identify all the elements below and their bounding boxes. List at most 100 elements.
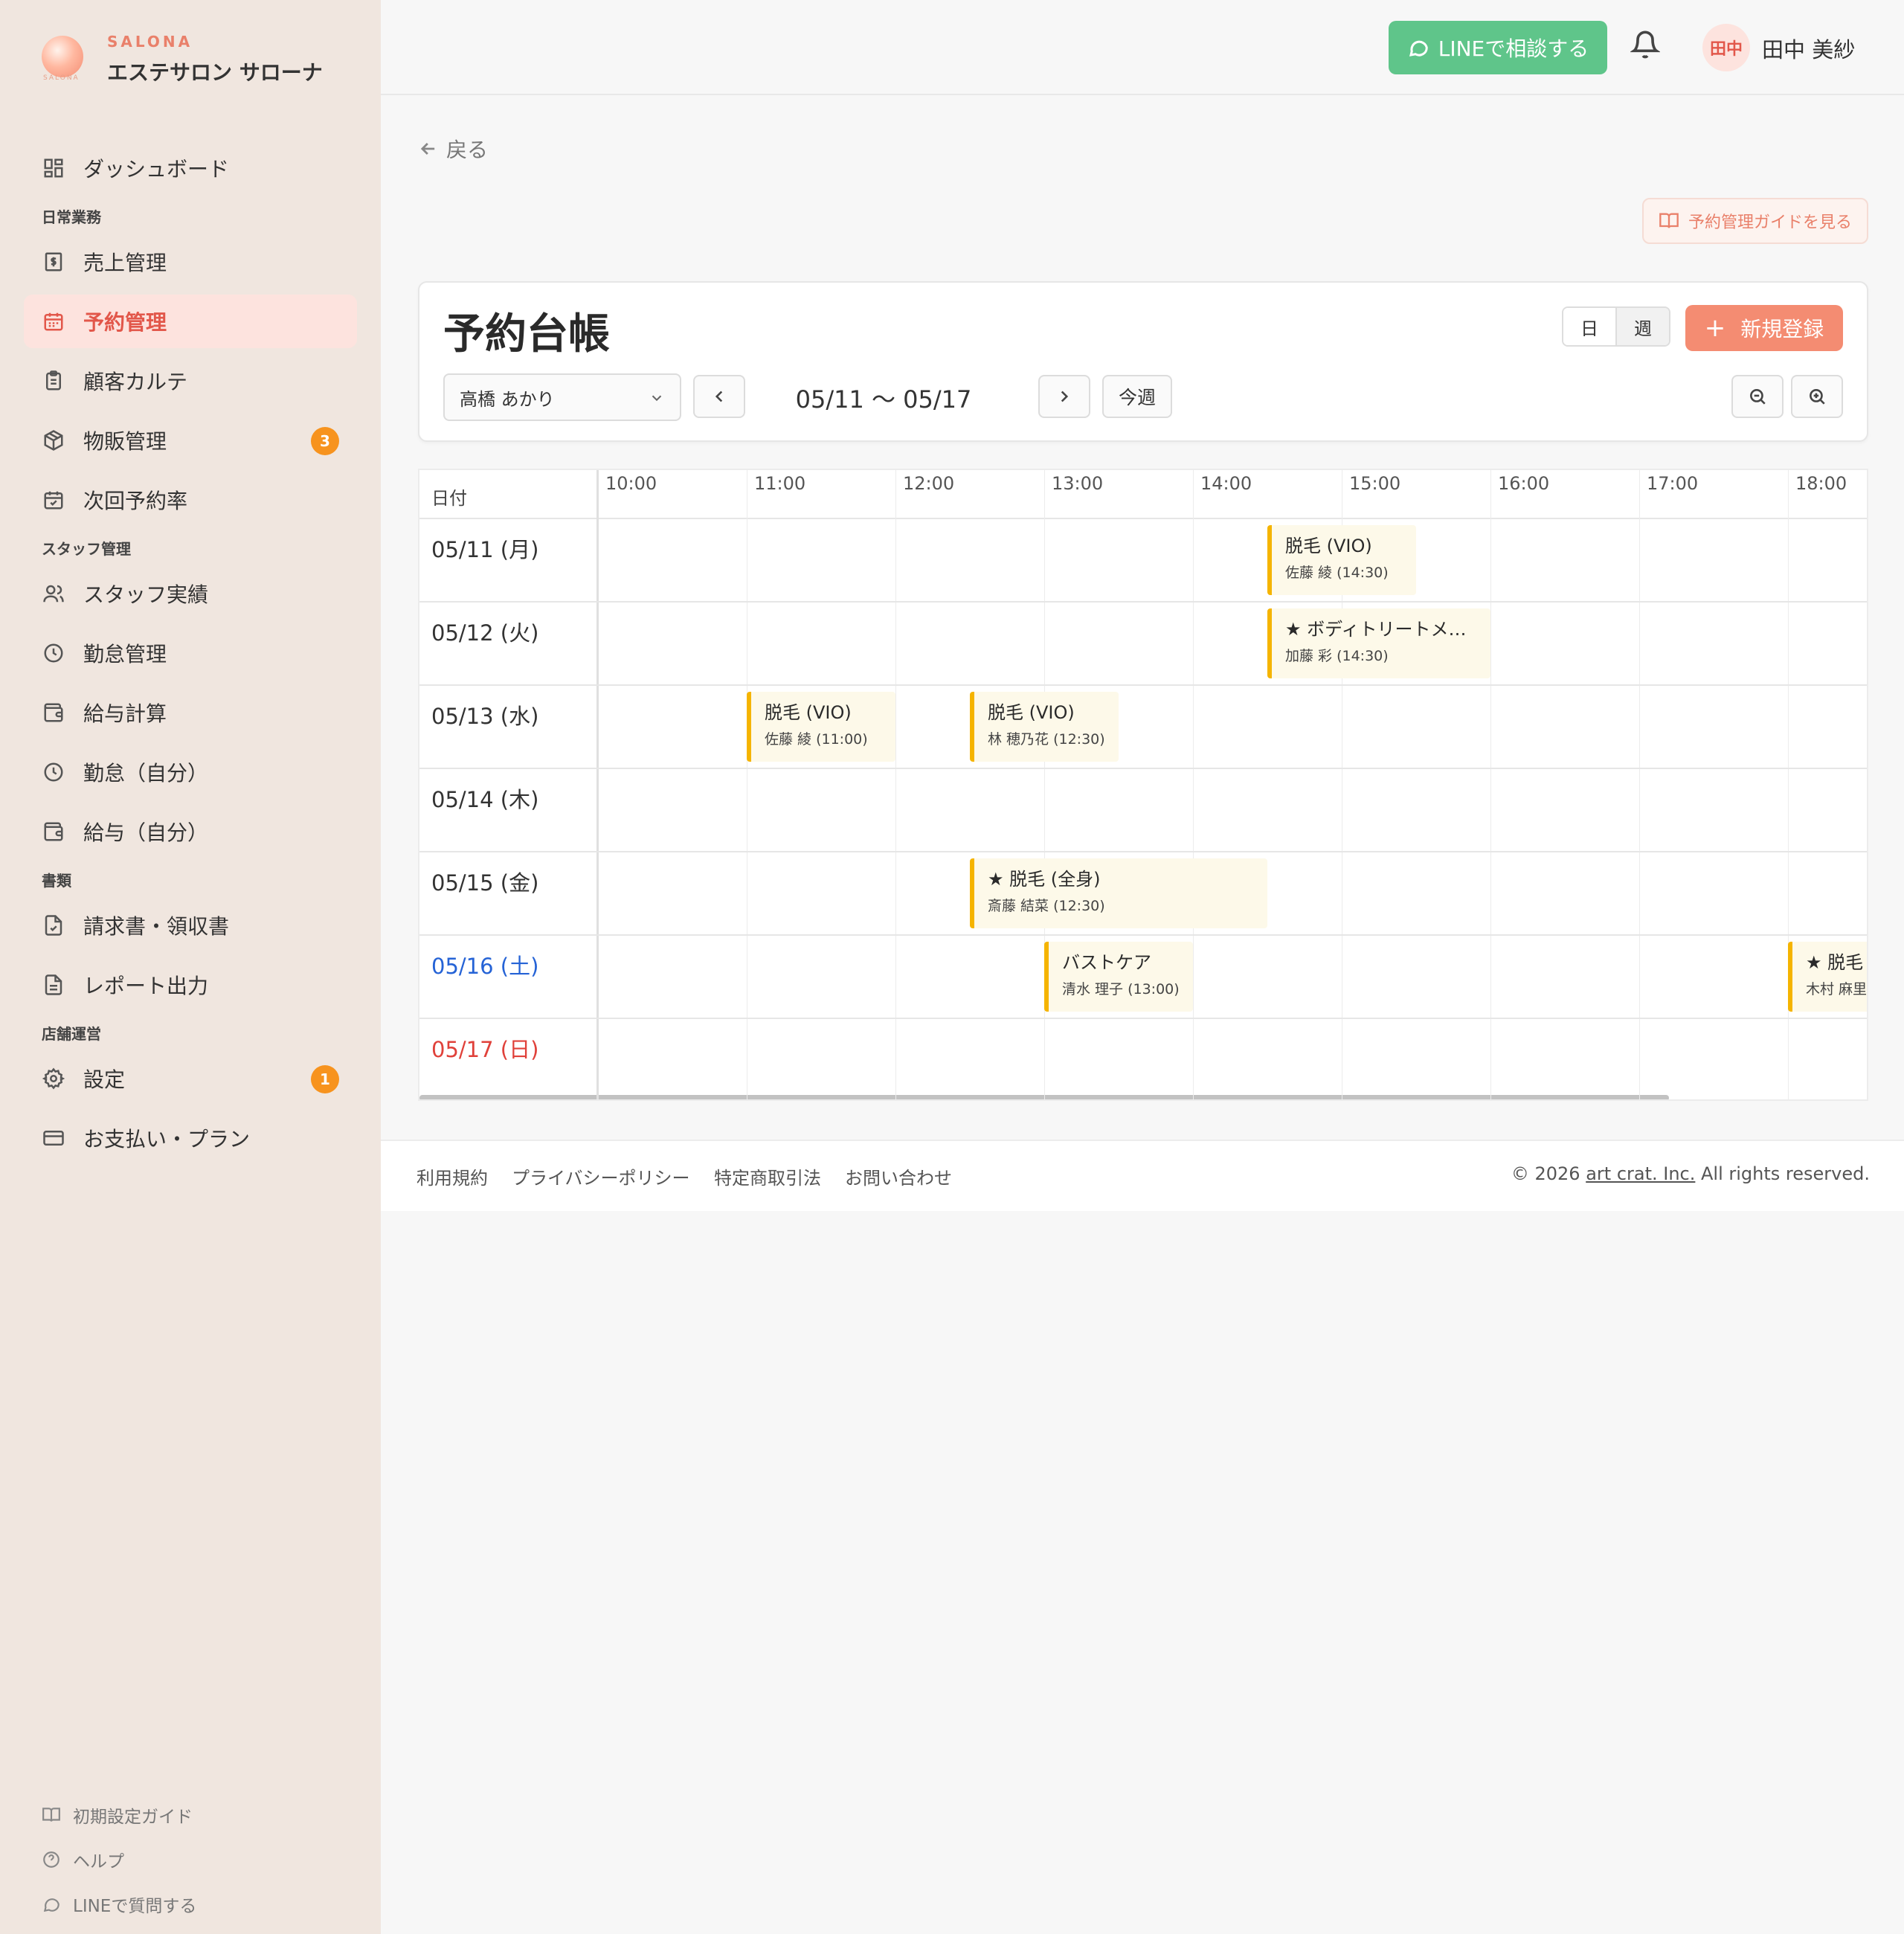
sidebar-item-customers[interactable]: 顧客カルテ <box>24 354 357 408</box>
appointment-customer: 木村 麻里 <box>1806 981 1868 997</box>
line-question-label: LINEで質問する <box>73 1897 197 1916</box>
footer-commerce-link[interactable]: 特定商取引法 <box>714 1163 821 1189</box>
sidebar-item-label: 売上管理 <box>83 251 167 275</box>
notification-bell-icon[interactable] <box>1629 30 1663 62</box>
chevron-left-icon <box>715 391 723 402</box>
view-day-button[interactable]: 日 <box>1563 308 1615 345</box>
receipt-dollar-icon <box>42 250 65 274</box>
setup-guide-label: 初期設定ガイド <box>73 1808 193 1827</box>
credit-card-icon <box>42 1126 65 1150</box>
zoom-out-button[interactable] <box>1731 375 1784 418</box>
sidebar-item-payroll-self[interactable]: 給与（自分） <box>24 805 357 858</box>
sidebar-item-reports[interactable]: レポート出力 <box>24 958 357 1012</box>
sidebar-item-retail[interactable]: 物販管理 3 <box>24 414 357 467</box>
setup-guide-link[interactable]: 初期設定ガイド <box>42 1793 196 1837</box>
time-header: 11:00 <box>754 473 806 494</box>
prev-week-button[interactable] <box>693 375 745 418</box>
appointment-customer: 林 穂乃花 (12:30) <box>988 731 1105 748</box>
time-header: 12:00 <box>903 473 955 494</box>
next-week-button[interactable] <box>1038 375 1090 418</box>
sidebar-item-label: ダッシュボード <box>83 157 230 181</box>
help-link[interactable]: ヘルプ <box>42 1837 196 1882</box>
avatar[interactable]: 田中 <box>1702 24 1750 71</box>
sidebar-item-reservations[interactable]: 予約管理 <box>24 295 357 348</box>
brand-logo: SALONA <box>42 36 83 82</box>
help-label: ヘルプ <box>73 1852 124 1872</box>
top-header: LINEで相談する 田中 田中 美紗 <box>381 0 1904 95</box>
sidebar-item-next-rate[interactable]: 次回予約率 <box>24 473 357 527</box>
sidebar-item-payroll[interactable]: 給与計算 <box>24 686 357 739</box>
appointment-customer: 佐藤 綾 (14:30) <box>1285 565 1389 581</box>
day-row[interactable]: 05/13 (水) <box>419 686 1867 769</box>
back-label: 戻る <box>446 138 489 162</box>
clock-icon <box>42 760 65 784</box>
page-title: 予約台帳 <box>443 310 610 359</box>
view-week-button[interactable]: 週 <box>1615 308 1669 345</box>
guide-label: 予約管理ガイドを見る <box>1688 213 1852 232</box>
appointment-customer: 佐藤 綾 (11:00) <box>765 731 868 748</box>
appointment-block[interactable]: ★ 脱毛 木村 麻里 <box>1788 942 1868 1012</box>
day-row[interactable]: 05/14 (木) <box>419 769 1867 852</box>
day-label: 05/16 (土) <box>431 954 539 979</box>
day-row[interactable]: 05/17 (日) <box>419 1019 1867 1099</box>
nav-section-docs: 書類 <box>42 872 71 890</box>
day-row[interactable]: 05/12 (火) <box>419 603 1867 686</box>
this-week-button[interactable]: 今週 <box>1102 375 1172 418</box>
book-open-icon <box>1659 213 1679 228</box>
package-icon <box>42 428 65 452</box>
sidebar-item-label: 設定 <box>83 1067 126 1092</box>
appointment-block[interactable]: 脱毛 (VIO) 佐藤 綾 (11:00) <box>747 692 895 762</box>
copyright: © 2026 art crat. Inc. All rights reserve… <box>1511 1163 1870 1184</box>
sidebar-item-label: 給与（自分） <box>83 820 209 845</box>
sidebar-item-sales[interactable]: 売上管理 <box>24 235 357 289</box>
sidebar-item-attendance-self[interactable]: 勤怠（自分） <box>24 745 357 799</box>
nav-section-store: 店舗運営 <box>42 1025 101 1043</box>
appointment-block[interactable]: バストケア清水 理子 (13:00) <box>1044 942 1193 1012</box>
appointment-block[interactable]: ★ ボディトリートメ… 加藤 彩 (14:30) <box>1267 608 1490 678</box>
book-open-icon <box>42 1808 60 1822</box>
sidebar-item-invoices[interactable]: 請求書・領収書 <box>24 899 357 952</box>
chevron-right-icon <box>1061 391 1069 402</box>
day-row[interactable]: 05/11 (月) <box>419 519 1867 603</box>
company-link[interactable]: art crat. Inc. <box>1586 1163 1695 1184</box>
zoom-in-button[interactable] <box>1791 375 1843 418</box>
footer-contact-link[interactable]: お問い合わせ <box>845 1163 952 1189</box>
staff-select[interactable]: 高橋 あかり <box>443 373 681 421</box>
calendar-icon <box>42 309 65 333</box>
reservation-grid: 日付 10:00 11:00 12:00 13:00 14:00 15:00 16:00 17… <box>418 469 1868 1101</box>
sidebar-item-billing[interactable]: お支払い・プラン <box>24 1111 357 1165</box>
footer-terms-link[interactable]: 利用規約 <box>416 1163 488 1189</box>
plus-icon: + <box>1704 313 1726 343</box>
sidebar: SALONA SALONA エステサロン サローナ ダッシュボード 日常業務 売… <box>0 0 381 1934</box>
brand-logo-text: SALONA <box>43 74 80 82</box>
appointment-title: バストケア <box>1062 952 1151 973</box>
sidebar-nav: ダッシュボード 日常業務 売上管理 予約管理 顧客カルテ 物販管理 3 次回予約… <box>24 141 357 1171</box>
footer-privacy-link[interactable]: プライバシーポリシー <box>512 1163 690 1189</box>
sidebar-item-staff-performance[interactable]: スタッフ実績 <box>24 567 357 620</box>
reservation-guide-button[interactable]: 予約管理ガイドを見る <box>1642 198 1868 244</box>
time-header: 16:00 <box>1498 473 1550 494</box>
line-question-link[interactable]: LINEで質問する <box>42 1882 196 1927</box>
user-name[interactable]: 田中 美紗 <box>1762 33 1855 64</box>
sidebar-item-label: 給与計算 <box>83 701 167 726</box>
view-toggle: 日 週 <box>1562 306 1670 347</box>
day-label: 05/12 (火) <box>431 620 539 646</box>
brand-kicker: SALONA <box>107 33 193 51</box>
appointment-block[interactable]: 脱毛 (VIO) 林 穂乃花 (12:30) <box>970 692 1119 762</box>
brand[interactable]: SALONA SALONA エステサロン サローナ <box>42 33 323 86</box>
appointment-customer: 清水 理子 (13:00) <box>1062 981 1180 997</box>
sidebar-item-settings[interactable]: 設定 1 <box>24 1052 357 1105</box>
appointment-block[interactable]: ★ 脱毛 (全身) 斎藤 結菜 (12:30) <box>970 858 1267 928</box>
appointment-block[interactable]: 脱毛 (VIO) 佐藤 綾 (14:30) <box>1267 525 1416 595</box>
sidebar-item-dashboard[interactable]: ダッシュボード <box>24 141 357 195</box>
line-consult-label: LINEで相談する <box>1438 36 1589 61</box>
date-column-header: 日付 <box>431 488 467 509</box>
sidebar-item-label: 勤怠管理 <box>83 642 167 666</box>
back-link[interactable]: 戻る <box>418 134 488 164</box>
footer: 利用規約 プライバシーポリシー 特定商取引法 お問い合わせ © 2026 art… <box>381 1140 1904 1211</box>
copyright-prefix: © 2026 <box>1511 1163 1580 1184</box>
calendar-check-icon <box>42 488 65 512</box>
sidebar-item-attendance[interactable]: 勤怠管理 <box>24 626 357 680</box>
line-consult-button[interactable]: LINEで相談する <box>1389 21 1607 74</box>
new-reservation-button[interactable]: + 新規登録 <box>1685 305 1843 351</box>
